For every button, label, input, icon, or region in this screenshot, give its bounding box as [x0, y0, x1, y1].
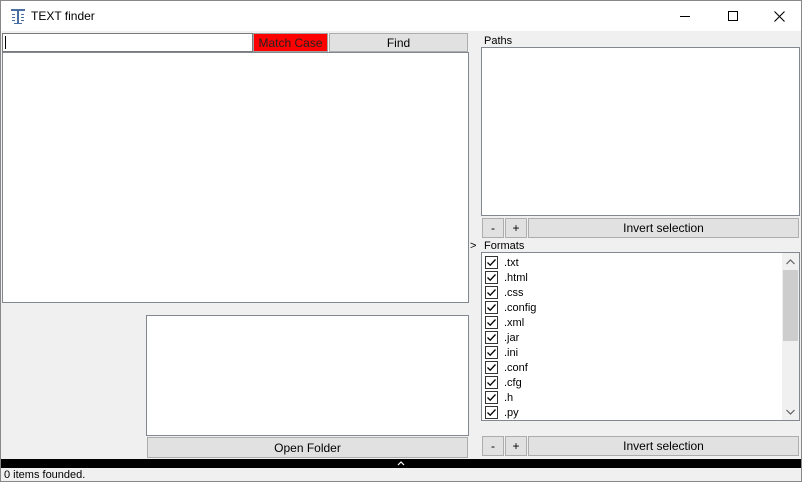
splitter-arrow[interactable]: > [470, 239, 478, 253]
checkbox[interactable] [485, 316, 498, 329]
chevron-up-icon[interactable] [396, 459, 406, 467]
checkmark-icon [487, 379, 496, 387]
checkbox[interactable] [485, 391, 498, 404]
format-item[interactable]: .xml [485, 315, 781, 330]
results-list[interactable] [2, 52, 469, 303]
format-item[interactable]: .config [485, 300, 781, 315]
format-item[interactable]: .cfg [485, 375, 781, 390]
text-caret [5, 36, 6, 49]
checkmark-icon [487, 364, 496, 372]
maximize-icon [727, 10, 738, 21]
close-button[interactable] [756, 1, 801, 31]
chevron-down-icon [786, 409, 795, 415]
format-item[interactable]: .jar [485, 330, 781, 345]
status-text: 0 items founded. [4, 469, 86, 481]
formats-checklist[interactable]: .txt .html .css .config .xml .jar .ini .conf .cf… [481, 252, 800, 421]
app-window: TEXT finder Match Case Find Open Folder … [0, 0, 802, 482]
open-folder-button[interactable]: Open Folder [147, 437, 468, 458]
checkbox[interactable] [485, 406, 498, 419]
format-label: .html [504, 271, 528, 284]
checkbox[interactable] [485, 271, 498, 284]
formats-label: Formats [484, 240, 525, 252]
format-label: .h [504, 391, 514, 404]
preview-textbox[interactable] [146, 315, 469, 436]
checkmark-icon [487, 274, 496, 282]
checkmark-icon [487, 259, 496, 267]
checkmark-icon [487, 289, 496, 297]
close-icon [773, 10, 785, 22]
find-button[interactable]: Find [329, 33, 468, 52]
format-item[interactable]: .py [485, 405, 781, 420]
checkmark-icon [487, 409, 496, 417]
scroll-thumb[interactable] [783, 270, 798, 341]
checkbox[interactable] [485, 346, 498, 359]
scroll-up-button[interactable] [782, 253, 799, 270]
format-item[interactable]: .h [485, 390, 781, 405]
format-label: .css [504, 286, 524, 299]
formats-scrollbar[interactable] [782, 253, 799, 420]
formats-add-button[interactable]: + [505, 436, 527, 456]
checkmark-icon [487, 304, 496, 312]
scroll-down-button[interactable] [782, 403, 799, 420]
formats-invert-selection-button[interactable]: Invert selection [528, 436, 799, 456]
checkmark-icon [487, 319, 496, 327]
title-bar[interactable]: TEXT finder [1, 1, 801, 31]
format-label: .ini [504, 346, 519, 359]
format-label: .xml [504, 316, 525, 329]
format-label: .txt [504, 256, 519, 269]
checkmark-icon [487, 394, 496, 402]
status-bar: 0 items founded. [1, 468, 801, 481]
checkmark-icon [487, 334, 496, 342]
checkbox[interactable] [485, 256, 498, 269]
app-icon [11, 9, 25, 24]
checkbox[interactable] [485, 361, 498, 374]
format-label: .py [504, 406, 519, 419]
format-label: .config [504, 301, 537, 314]
checkbox[interactable] [485, 301, 498, 314]
checkmark-icon [487, 349, 496, 357]
paths-invert-selection-button[interactable]: Invert selection [528, 218, 799, 238]
format-item[interactable]: .txt [485, 255, 781, 270]
format-label: .jar [504, 331, 520, 344]
match-case-button[interactable]: Match Case [253, 33, 328, 52]
search-input[interactable] [2, 33, 253, 52]
window-title: TEXT finder [31, 9, 95, 23]
format-label: .cfg [504, 376, 522, 389]
checkbox[interactable] [485, 331, 498, 344]
format-item[interactable]: .html [485, 270, 781, 285]
chevron-up-icon [786, 258, 795, 264]
format-item[interactable]: .css [485, 285, 781, 300]
maximize-button[interactable] [710, 1, 756, 31]
minimize-icon [679, 15, 690, 17]
paths-label: Paths [484, 35, 513, 47]
minimize-button[interactable] [662, 1, 708, 31]
paths-add-button[interactable]: + [505, 218, 527, 238]
checkbox[interactable] [485, 286, 498, 299]
checkbox[interactable] [485, 376, 498, 389]
paths-list[interactable] [481, 47, 800, 216]
paths-remove-button[interactable]: - [482, 218, 504, 238]
formats-remove-button[interactable]: - [482, 436, 504, 456]
format-item[interactable]: .conf [485, 360, 781, 375]
format-label: .conf [504, 361, 528, 374]
format-item[interactable]: .ini [485, 345, 781, 360]
